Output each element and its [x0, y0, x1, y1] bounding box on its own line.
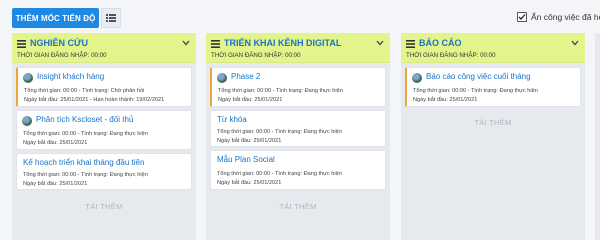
- add-milestone-button[interactable]: THÊM MỐC TIẾN ĐỘ: [12, 8, 99, 28]
- task-meta-status: Tổng thời gian: 00:00 - Tình trạng: Đang…: [23, 131, 148, 137]
- hide-completed-toggle[interactable]: Ẩn công việc đã hoà: [517, 12, 600, 22]
- list-view-icon: [106, 14, 116, 22]
- login-time-label: THỜI GIAN ĐĂNG NHẬP: 00:00: [17, 52, 107, 59]
- check-icon: [518, 14, 526, 20]
- task-meta-status: Tổng thời gian: 00:00 - Tình trạng: Đang…: [217, 129, 342, 135]
- chevron-down-icon[interactable]: [182, 40, 190, 46]
- task-meta-dates: Ngày bắt đầu: 25/01/2021: [217, 180, 282, 186]
- hamburger-icon[interactable]: [406, 40, 415, 48]
- task-meta-status: Tổng thời gian: 00:00 - Tình trạng: Đang…: [218, 88, 343, 94]
- task-meta-dates: Ngày bắt đầu: 25/01/2021: [23, 140, 88, 146]
- next-column-edge: [595, 33, 600, 240]
- load-more-button[interactable]: TẢI THÊM: [16, 197, 192, 215]
- task-title[interactable]: Báo cáo công việc cuối tháng: [426, 72, 531, 81]
- column-trien-khai-kenh-digital: TRIỂN KHAI KÊNH DIGITAL THỜI GIAN ĐĂNG N…: [206, 33, 390, 240]
- chevron-down-icon[interactable]: [571, 40, 579, 46]
- task-card[interactable]: Báo cáo công việc cuối tháng Tổng thời g…: [405, 67, 581, 107]
- task-meta-dates: Ngày bắt đầu: 25/01/2021 - Hạn hoàn thàn…: [24, 97, 165, 103]
- toolbar: THÊM MỐC TIẾN ĐỘ Ẩn công việc đã hoà: [0, 0, 600, 30]
- avatar: [22, 116, 32, 126]
- login-time-label: THỜI GIAN ĐĂNG NHẬP: 00:00: [406, 52, 496, 59]
- hide-completed-label: Ẩn công việc đã hoà: [531, 12, 600, 22]
- load-more-button[interactable]: TẢI THÊM: [210, 197, 386, 215]
- task-meta-dates: Ngày bắt đầu: 25/01/2021: [218, 97, 283, 103]
- task-title[interactable]: Phân tích Kscloset - đối thủ: [36, 115, 133, 124]
- column-title: NGHIÊN CỨU: [30, 38, 88, 48]
- task-card[interactable]: Kế hoạch triển khai tháng đầu tiên Tổng …: [16, 153, 192, 190]
- task-title[interactable]: Phase 2: [231, 72, 260, 81]
- column-title: TRIỂN KHAI KÊNH DIGITAL: [224, 38, 342, 48]
- column-title: BÁO CÁO: [419, 38, 462, 48]
- task-card[interactable]: Insight khách hàng Tổng thời gian: 00:00…: [16, 67, 192, 107]
- column-nghien-cuu: NGHIÊN CỨU THỜI GIAN ĐĂNG NHẬP: 00:00 In…: [12, 33, 196, 240]
- task-card[interactable]: Từ khóa Tổng thời gian: 00:00 - Tình trạ…: [210, 110, 386, 147]
- column-bao-cao: BÁO CÁO THỜI GIAN ĐĂNG NHẬP: 00:00 Báo c…: [401, 33, 585, 240]
- task-meta-dates: Ngày bắt đầu: 25/01/2021: [413, 97, 478, 103]
- avatar: [217, 73, 227, 83]
- hamburger-icon[interactable]: [211, 40, 220, 48]
- hide-completed-checkbox[interactable]: [517, 12, 527, 22]
- task-meta-status: Tổng thời gian: 00:00 - Tình trạng: Chờ …: [24, 88, 145, 94]
- login-time-label: THỜI GIAN ĐĂNG NHẬP: 00:00: [211, 52, 301, 59]
- task-title[interactable]: Kế hoạch triển khai tháng đầu tiên: [23, 158, 144, 167]
- list-view-button[interactable]: [101, 8, 121, 28]
- column-header: BÁO CÁO THỜI GIAN ĐĂNG NHẬP: 00:00: [401, 33, 585, 63]
- task-title[interactable]: Từ khóa: [217, 115, 247, 124]
- task-card[interactable]: Phase 2 Tổng thời gian: 00:00 - Tình trạ…: [210, 67, 386, 107]
- avatar: [23, 73, 33, 83]
- task-meta-status: Tổng thời gian: 00:00 - Tình trạng: Đang…: [23, 172, 148, 178]
- task-meta-dates: Ngày bắt đầu: 25/01/2021: [217, 138, 282, 144]
- task-title[interactable]: Mẫu Plan Social: [217, 155, 275, 164]
- hamburger-icon[interactable]: [17, 40, 26, 48]
- chevron-down-icon[interactable]: [376, 40, 384, 46]
- task-card[interactable]: Phân tích Kscloset - đối thủ Tổng thời g…: [16, 110, 192, 150]
- task-title[interactable]: Insight khách hàng: [37, 72, 104, 81]
- task-meta-status: Tổng thời gian: 00:00 - Tình trạng: Đang…: [413, 88, 538, 94]
- column-header: TRIỂN KHAI KÊNH DIGITAL THỜI GIAN ĐĂNG N…: [206, 33, 390, 63]
- task-card[interactable]: Mẫu Plan Social Tổng thời gian: 00:00 - …: [210, 150, 386, 190]
- column-header: NGHIÊN CỨU THỜI GIAN ĐĂNG NHẬP: 00:00: [12, 33, 196, 63]
- task-meta-dates: Ngày bắt đầu: 25/01/2021: [23, 181, 88, 187]
- avatar: [412, 73, 422, 83]
- task-meta-status: Tổng thời gian: 00:00 - Tình trạng: Đang…: [217, 171, 342, 177]
- load-more-button[interactable]: TẢI THÊM: [405, 113, 581, 131]
